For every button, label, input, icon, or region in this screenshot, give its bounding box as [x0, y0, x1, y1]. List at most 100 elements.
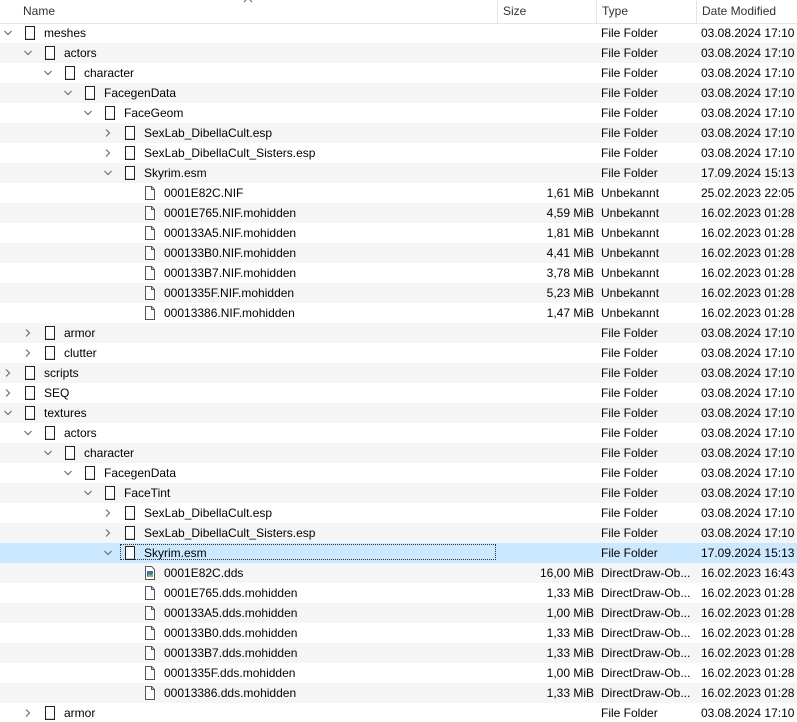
- chevron-right-icon[interactable]: [22, 323, 34, 343]
- chevron-right-icon[interactable]: [22, 703, 34, 722]
- chevron-down-icon[interactable]: [82, 103, 94, 123]
- folder-row-sexlab-dibellacult-esp[interactable]: SexLab_DibellaCult.esp File Folder 03.08.2…: [0, 123, 797, 143]
- file-row-0001335f-dds-mohidden[interactable]: 0001335F.dds.mohidden 1,00 MiB DirectDraw-…: [0, 663, 797, 683]
- file-row-0001e765-dds-mohidden[interactable]: 0001E765.dds.mohidden 1,33 MiB DirectDraw-…: [0, 583, 797, 603]
- chevron-right-icon[interactable]: [102, 143, 114, 163]
- chevron-down-icon[interactable]: [62, 463, 74, 483]
- file-icon: [144, 626, 156, 640]
- chevron-right-icon[interactable]: [102, 523, 114, 543]
- item-type: DirectDraw-Ob...: [601, 586, 691, 600]
- chevron-down-icon[interactable]: [2, 403, 14, 423]
- folder-row-skyrim-esm[interactable]: Skyrim.esm File Folder 17.09.2024 15:13: [0, 543, 797, 563]
- item-type: DirectDraw-Ob...: [601, 626, 691, 640]
- chevron-down-icon[interactable]: [2, 23, 14, 43]
- item-name: meshes: [44, 26, 87, 40]
- chevron-down-icon[interactable]: [42, 63, 54, 83]
- chevron-right-icon[interactable]: [2, 363, 14, 383]
- item-date-modified: 03.08.2024 17:10: [701, 706, 795, 720]
- folder-row-sexlab-dibellacult-sisters-esp[interactable]: SexLab_DibellaCult_Sisters.esp File Folde…: [0, 143, 797, 163]
- folder-row-character[interactable]: character File Folder 03.08.2024 17:10: [0, 63, 797, 83]
- column-header-date-modified[interactable]: Date Modified: [697, 0, 797, 23]
- file-row-0001335f-nif-mohidden[interactable]: 0001335F.NIF.mohidden 5,23 MiB Unbekannt 16…: [0, 283, 797, 303]
- chevron-right-icon[interactable]: [102, 503, 114, 523]
- chevron-right-icon[interactable]: [22, 343, 34, 363]
- item-date-modified: 03.08.2024 17:10: [701, 346, 795, 360]
- item-type: File Folder: [601, 446, 658, 460]
- item-date-modified: 03.08.2024 17:10: [701, 126, 795, 140]
- chevron-down-icon[interactable]: [62, 83, 74, 103]
- file-row-0001e82c-nif[interactable]: 0001E82C.NIF 1,61 MiB Unbekannt 25.02.2023 …: [0, 183, 797, 203]
- chevron-right-icon[interactable]: [102, 123, 114, 143]
- file-row-0001e765-nif-mohidden[interactable]: 0001E765.NIF.mohidden 4,59 MiB Unbekannt 16…: [0, 203, 797, 223]
- item-name: character: [84, 446, 135, 460]
- file-row-000133b7-nif-mohidden[interactable]: 000133B7.NIF.mohidden 3,78 MiB Unbekannt 16…: [0, 263, 797, 283]
- chevron-down-icon[interactable]: [102, 163, 114, 183]
- folder-icon: [124, 526, 136, 540]
- folder-row-facegendata[interactable]: FacegenData File Folder 03.08.2024 17:10: [0, 463, 797, 483]
- item-size: 1,61 MiB: [546, 186, 594, 200]
- chevron-right-icon[interactable]: [2, 383, 14, 403]
- folder-row-armor[interactable]: armor File Folder 03.08.2024 17:10: [0, 323, 797, 343]
- chevron-down-icon[interactable]: [82, 483, 94, 503]
- item-date-modified: 03.08.2024 17:10: [701, 506, 795, 520]
- folder-row-sexlab-dibellacult-esp[interactable]: SexLab_DibellaCult.esp File Folder 03.08.2…: [0, 503, 797, 523]
- column-header-type[interactable]: Type: [597, 0, 697, 23]
- item-type: File Folder: [601, 526, 658, 540]
- folder-row-facegeom[interactable]: FaceGeom File Folder 03.08.2024 17:10: [0, 103, 797, 123]
- chevron-down-icon[interactable]: [42, 443, 54, 463]
- file-row-000133b0-nif-mohidden[interactable]: 000133B0.NIF.mohidden 4,41 MiB Unbekannt 16…: [0, 243, 797, 263]
- folder-row-meshes[interactable]: meshes File Folder 03.08.2024 17:10: [0, 23, 797, 43]
- folder-icon: [24, 366, 36, 380]
- item-size: 5,23 MiB: [546, 286, 594, 300]
- folder-row-skyrim-esm[interactable]: Skyrim.esm File Folder 17.09.2024 15:13: [0, 163, 797, 183]
- file-row-000133a5-nif-mohidden[interactable]: 000133A5.NIF.mohidden 1,81 MiB Unbekannt 16…: [0, 223, 797, 243]
- item-type: File Folder: [601, 166, 658, 180]
- item-size: 4,59 MiB: [546, 206, 594, 220]
- folder-icon: [124, 506, 136, 520]
- folder-row-textures[interactable]: textures File Folder 03.08.2024 17:10: [0, 403, 797, 423]
- file-row-00013386-dds-mohidden[interactable]: 00013386.dds.mohidden 1,33 MiB DirectDraw-…: [0, 683, 797, 703]
- file-row-0001e82c-dds[interactable]: 0001E82C.dds 16,00 MiB DirectDraw-Ob... 16.…: [0, 563, 797, 583]
- item-name: 00013386.NIF.mohidden: [164, 306, 295, 320]
- file-row-000133a5-dds-mohidden[interactable]: 000133A5.dds.mohidden 1,00 MiB DirectDraw-…: [0, 603, 797, 623]
- item-size: 4,41 MiB: [546, 246, 594, 260]
- folder-row-facetint[interactable]: FaceTint File Folder 03.08.2024 17:10: [0, 483, 797, 503]
- folder-row-sexlab-dibellacult-sisters-esp[interactable]: SexLab_DibellaCult_Sisters.esp File Folde…: [0, 523, 797, 543]
- file-row-000133b7-dds-mohidden[interactable]: 000133B7.dds.mohidden 1,33 MiB DirectDraw-…: [0, 643, 797, 663]
- item-name: 0001E765.NIF.mohidden: [164, 206, 297, 220]
- item-name: SexLab_DibellaCult.esp: [144, 126, 273, 140]
- item-date-modified: 16.02.2023 01:28: [701, 206, 795, 220]
- file-row-000133b0-dds-mohidden[interactable]: 000133B0.dds.mohidden 1,33 MiB DirectDraw-…: [0, 623, 797, 643]
- folder-row-seq[interactable]: SEQ File Folder 03.08.2024 17:10: [0, 383, 797, 403]
- folder-row-actors[interactable]: actors File Folder 03.08.2024 17:10: [0, 423, 797, 443]
- folder-row-armor[interactable]: armor File Folder 03.08.2024 17:10: [0, 703, 797, 722]
- folder-row-scripts[interactable]: scripts File Folder 03.08.2024 17:10: [0, 363, 797, 383]
- folder-row-clutter[interactable]: clutter File Folder 03.08.2024 17:10: [0, 343, 797, 363]
- item-name: SexLab_DibellaCult.esp: [144, 506, 273, 520]
- item-type: DirectDraw-Ob...: [601, 666, 691, 680]
- item-type: Unbekannt: [601, 306, 660, 320]
- item-name: SexLab_DibellaCult_Sisters.esp: [144, 526, 316, 540]
- folder-icon: [64, 66, 76, 80]
- item-date-modified: 03.08.2024 17:10: [701, 526, 795, 540]
- column-header-name[interactable]: Name: [18, 0, 498, 23]
- chevron-down-icon[interactable]: [22, 423, 34, 443]
- folder-row-facegendata[interactable]: FacegenData File Folder 03.08.2024 17:10: [0, 83, 797, 103]
- item-name: textures: [44, 406, 87, 420]
- item-name: 000133B0.NIF.mohidden: [164, 246, 297, 260]
- item-date-modified: 03.08.2024 17:10: [701, 146, 795, 160]
- column-header-size[interactable]: Size: [498, 0, 597, 23]
- file-icon: [144, 646, 156, 660]
- item-size: 1,33 MiB: [546, 586, 594, 600]
- item-type: DirectDraw-Ob...: [601, 606, 691, 620]
- file-icon: [144, 186, 156, 200]
- folder-row-character[interactable]: character File Folder 03.08.2024 17:10: [0, 443, 797, 463]
- chevron-down-icon[interactable]: [102, 543, 114, 563]
- folder-row-actors[interactable]: actors File Folder 03.08.2024 17:10: [0, 43, 797, 63]
- folder-icon: [104, 486, 116, 500]
- chevron-down-icon[interactable]: [22, 43, 34, 63]
- file-row-00013386-nif-mohidden[interactable]: 00013386.NIF.mohidden 1,47 MiB Unbekannt 16…: [0, 303, 797, 323]
- folder-icon: [124, 126, 136, 140]
- column-header-bar: Name Size Type Date Modified: [0, 0, 797, 24]
- file-icon: [144, 306, 156, 320]
